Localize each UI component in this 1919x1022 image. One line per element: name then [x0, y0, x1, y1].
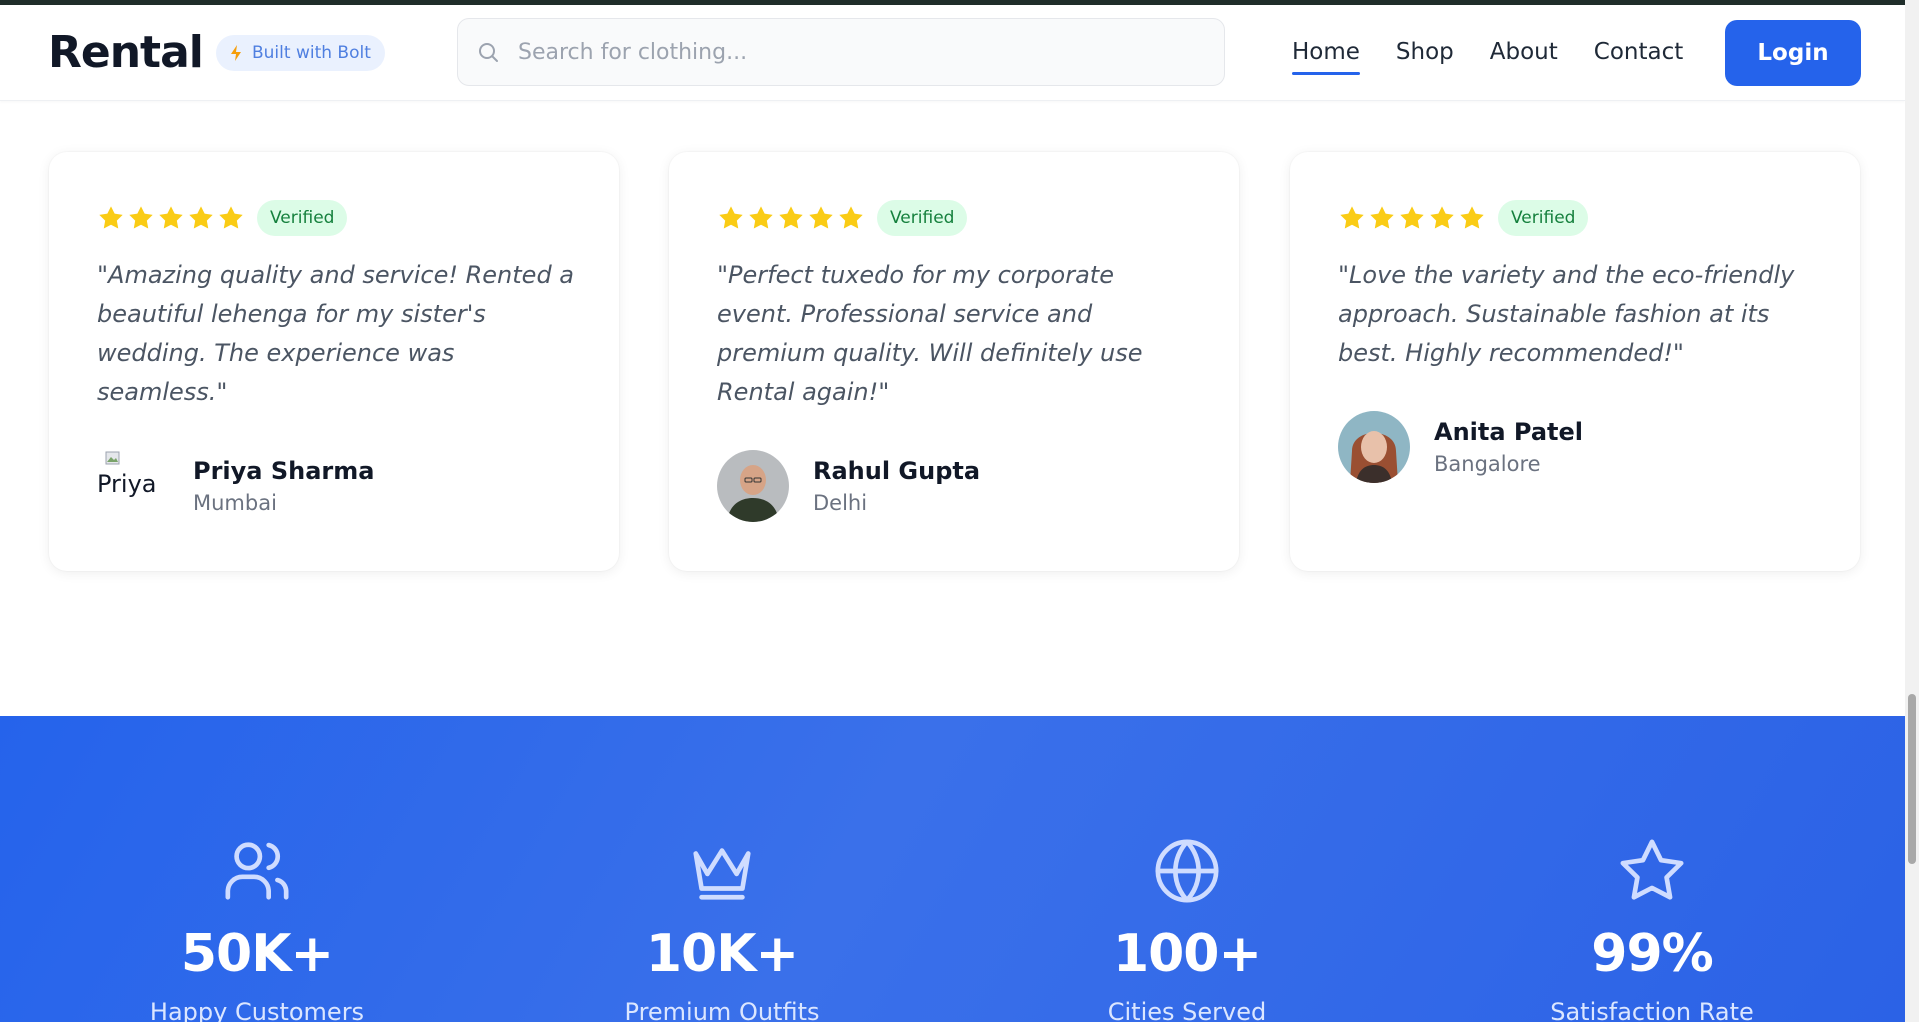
star-icon [719, 206, 743, 229]
star-rating [717, 204, 865, 232]
nav-about[interactable]: About [1490, 39, 1558, 65]
scrollbar-thumb[interactable] [1908, 694, 1916, 864]
stat-label: Cities Served [1107, 998, 1267, 1022]
star-rating [1338, 204, 1486, 232]
testimonial-author: Anita Patel Bangalore [1338, 411, 1812, 483]
avatar-alt-text: Priya [97, 470, 157, 498]
star-icon [99, 206, 123, 229]
star-icon [219, 206, 243, 229]
star-icon [1340, 206, 1364, 229]
testimonial-card: Verified "Love the variety and the eco-f… [1290, 152, 1860, 571]
site-header: Rental Built with Bolt Home Shop About C… [0, 5, 1905, 101]
stat-premium-outfits: 10K+ Premium Outfits [592, 836, 852, 1022]
nav-shop[interactable]: Shop [1396, 39, 1454, 65]
verified-badge: Verified [1498, 200, 1589, 236]
globe-icon [1155, 839, 1219, 903]
star-icon [1370, 206, 1394, 229]
stat-value: 10K+ [645, 924, 799, 984]
bolt-icon [231, 45, 241, 61]
star-outline-icon [1620, 839, 1684, 900]
avatar-photo [717, 450, 789, 522]
built-with-bolt-badge[interactable]: Built with Bolt [216, 35, 385, 71]
author-name: Rahul Gupta [813, 457, 981, 485]
avatar [717, 450, 789, 522]
stats-section: 50K+ Happy Customers 10K+ Premium Outfit… [0, 716, 1905, 1022]
stat-label: Premium Outfits [624, 998, 820, 1022]
star-icon [189, 206, 213, 229]
nav-home[interactable]: Home [1292, 39, 1360, 75]
star-rating [97, 204, 245, 232]
login-button[interactable]: Login [1725, 20, 1861, 86]
star-icon [159, 206, 183, 229]
star-icon [1400, 206, 1424, 229]
author-name: Priya Sharma [193, 457, 375, 485]
verified-badge: Verified [257, 200, 348, 236]
star-icon [1460, 206, 1484, 229]
avatar-broken-image: Priya [97, 450, 169, 522]
stat-label: Happy Customers [149, 998, 365, 1022]
stat-satisfaction-rate: 99% Satisfaction Rate [1522, 836, 1782, 1022]
avatar-photo [1338, 411, 1410, 483]
bolt-badge-label: Built with Bolt [252, 43, 371, 63]
star-icon [809, 206, 833, 229]
star-icon [749, 206, 773, 229]
nav-contact[interactable]: Contact [1594, 39, 1683, 65]
stat-cities-served: 100+ Cities Served [1057, 836, 1317, 1022]
stat-value: 50K+ [180, 924, 334, 984]
logo[interactable]: Rental [48, 27, 204, 78]
star-icon [779, 206, 803, 229]
star-icon [129, 206, 153, 229]
star-icon [839, 206, 863, 229]
author-name: Anita Patel [1434, 418, 1584, 446]
stat-value: 99% [1591, 924, 1713, 984]
crown-icon [693, 848, 751, 900]
author-city: Mumbai [193, 491, 277, 515]
testimonial-quote: "Amazing quality and service! Rented a b… [97, 261, 575, 406]
testimonial-quote: "Perfect tuxedo for my corporate event. … [717, 261, 1143, 406]
verified-badge: Verified [877, 200, 968, 236]
page-scrollbar[interactable] [1905, 0, 1919, 1022]
search-bar[interactable] [457, 18, 1225, 86]
testimonial-card: Verified "Perfect tuxedo for my corporat… [669, 152, 1239, 571]
star-icon [1430, 206, 1454, 229]
stat-label: Satisfaction Rate [1550, 998, 1754, 1022]
search-input[interactable] [518, 39, 1198, 65]
main-nav: Home Shop About Contact [1292, 39, 1683, 75]
users-icon [225, 842, 289, 900]
testimonial-quote: "Love the variety and the eco-friendly a… [1338, 261, 1795, 367]
testimonial-author: Priya Priya Sharma Mumbai [97, 450, 571, 522]
testimonial-card: Verified "Amazing quality and service! R… [49, 152, 619, 571]
search-icon [479, 43, 498, 62]
broken-image-icon [105, 451, 120, 465]
avatar [1338, 411, 1410, 483]
author-city: Bangalore [1434, 452, 1541, 476]
author-city: Delhi [813, 491, 868, 515]
testimonial-author: Rahul Gupta Delhi [717, 450, 1191, 522]
stat-value: 100+ [1112, 924, 1262, 984]
stat-happy-customers: 50K+ Happy Customers [127, 836, 387, 1022]
